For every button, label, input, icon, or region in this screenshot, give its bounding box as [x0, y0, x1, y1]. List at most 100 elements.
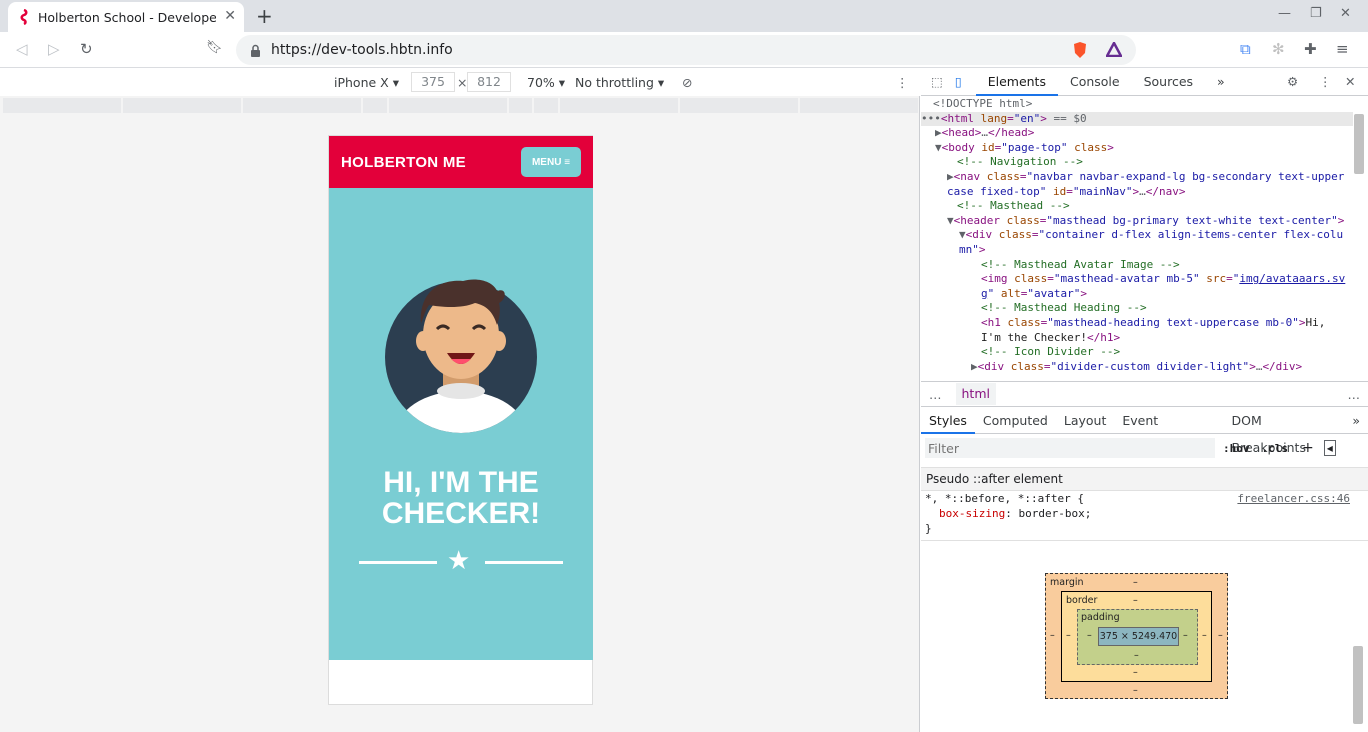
- styles-filter-input[interactable]: [925, 438, 1215, 458]
- dom-tree-line[interactable]: <!-- Navigation -->: [921, 155, 1353, 170]
- translate-icon[interactable]: ⧉: [1240, 40, 1251, 58]
- device-toolbar: iPhone X ▾ 375 × 812 70% ▾ No throttling…: [0, 68, 920, 96]
- restore-icon[interactable]: ❐: [1310, 6, 1322, 21]
- rule-close: }: [925, 522, 932, 535]
- box-border-label: border: [1066, 595, 1098, 606]
- browser-tabstrip: Holberton School - Developer ✕ + — ❐ ✕: [0, 0, 1368, 32]
- box-margin-label: margin: [1050, 577, 1084, 588]
- subtab-computed[interactable]: Computed: [975, 407, 1056, 434]
- dom-tree-line[interactable]: ▼<header class="masthead bg-primary text…: [921, 214, 1353, 229]
- more-tabs-icon[interactable]: »: [1205, 68, 1237, 96]
- tab-title: Holberton School - Developer: [38, 9, 216, 25]
- window-close-icon[interactable]: ✕: [1340, 6, 1351, 21]
- box-margin-top: –: [1133, 577, 1138, 588]
- dom-tree-line[interactable]: <!-- Icon Divider -->: [921, 345, 1353, 360]
- lock-icon: [251, 44, 260, 57]
- breadcrumb-more[interactable]: …: [929, 387, 942, 402]
- dom-tree-line[interactable]: ▼<body id="page-top" class>: [921, 141, 1353, 156]
- device-width-input[interactable]: 375: [411, 72, 455, 92]
- device-toggle-icon[interactable]: ▯: [955, 74, 962, 89]
- box-padding-left: –: [1087, 630, 1092, 641]
- dom-tree-line[interactable]: <!-- Masthead Heading -->: [921, 301, 1353, 316]
- new-rule-icon[interactable]: +: [1302, 440, 1314, 456]
- address-bar[interactable]: https://dev-tools.hbtn.info: [236, 35, 1136, 65]
- browser-tab[interactable]: Holberton School - Developer ✕: [8, 2, 244, 32]
- media-query-ruler[interactable]: [3, 98, 919, 113]
- browser-menu-icon[interactable]: ≡: [1336, 40, 1349, 58]
- rule-property[interactable]: box-sizing: [939, 507, 1005, 520]
- hov-toggle[interactable]: :hov: [1223, 442, 1250, 455]
- minimize-icon[interactable]: —: [1278, 6, 1291, 21]
- subtab-styles[interactable]: Styles: [921, 407, 975, 434]
- dom-tree-line[interactable]: ▼<div class="container d-flex align-item…: [921, 228, 1353, 243]
- puzzle-extensions-icon[interactable]: ✚: [1304, 40, 1317, 58]
- tab-console[interactable]: Console: [1058, 68, 1132, 96]
- reload-icon[interactable]: ↻: [80, 40, 93, 58]
- dom-tree-line[interactable]: ▶<nav class="navbar navbar-expand-lg bg-…: [921, 170, 1353, 185]
- subtab-dom-breakpoints[interactable]: DOM Breakpoints: [1224, 407, 1345, 455]
- throttling-select[interactable]: No throttling ▾: [575, 75, 664, 90]
- toggle-sidebar-icon[interactable]: ◂: [1323, 440, 1336, 456]
- dom-tree-line[interactable]: •••<html lang="en"> == $0: [921, 111, 1353, 127]
- box-margin-bottom: –: [1133, 685, 1138, 696]
- device-height-input[interactable]: 812: [467, 72, 511, 92]
- subtab-event-listeners[interactable]: Event Listeners: [1114, 407, 1223, 455]
- dimension-times: ×: [457, 74, 468, 90]
- devtools-close-icon[interactable]: ✕: [1345, 74, 1355, 89]
- rule-source-link[interactable]: freelancer.css:46: [1237, 491, 1350, 506]
- tab-sources[interactable]: Sources: [1132, 68, 1205, 96]
- forward-icon[interactable]: ▷: [48, 40, 60, 58]
- breadcrumb-overflow[interactable]: …: [1348, 387, 1361, 402]
- back-icon[interactable]: ◁: [16, 40, 28, 58]
- cls-toggle[interactable]: .cls: [1262, 442, 1289, 455]
- bookmark-icon[interactable]: 🔖︎: [206, 40, 223, 55]
- dom-tree-line[interactable]: <!DOCTYPE html>: [921, 97, 1353, 112]
- url-text: https://dev-tools.hbtn.info: [271, 42, 453, 58]
- emulated-page: HOLBERTON ME MENU ≡ HI, I'M THE CHECKER!…: [328, 135, 593, 705]
- subtabs-more-icon[interactable]: »: [1344, 407, 1368, 434]
- breadcrumb-html[interactable]: html: [955, 383, 996, 405]
- settings-gear-icon[interactable]: ⚙: [1287, 74, 1298, 89]
- rule-value[interactable]: border-box;: [1018, 507, 1091, 520]
- box-padding-label: padding: [1081, 612, 1120, 623]
- elements-scrollbar[interactable]: [1354, 100, 1364, 380]
- css-rule[interactable]: *, *::before, *::after {freelancer.css:4…: [921, 491, 1368, 541]
- tab-close-icon[interactable]: ✕: [224, 8, 236, 24]
- dom-tree-line[interactable]: <!-- Masthead Avatar Image -->: [921, 258, 1353, 273]
- subtab-layout[interactable]: Layout: [1056, 407, 1115, 434]
- page-masthead: HI, I'M THE CHECKER! ★: [329, 188, 593, 660]
- device-select[interactable]: iPhone X ▾: [334, 75, 399, 90]
- brave-shield-icon[interactable]: [1072, 41, 1088, 59]
- styles-scrollbar[interactable]: [1353, 646, 1363, 724]
- dom-tree-line[interactable]: case fixed-top" id="mainNav">…</nav>: [921, 185, 1353, 200]
- dom-tree-line[interactable]: ▶<div class="divider-custom divider-ligh…: [921, 360, 1353, 375]
- box-content[interactable]: 375 × 5249.470: [1098, 627, 1179, 646]
- dom-tree-line[interactable]: g" alt="avatar">: [921, 287, 1353, 302]
- device-more-icon[interactable]: ⋮: [896, 75, 909, 90]
- dom-tree-line[interactable]: <img class="masthead-avatar mb-5" src="i…: [921, 272, 1353, 287]
- extension-icon[interactable]: ✻: [1272, 40, 1285, 58]
- box-padding-bottom: –: [1134, 650, 1139, 661]
- new-tab-button[interactable]: +: [256, 4, 273, 28]
- star-icon: ★: [447, 546, 471, 576]
- dom-tree-line[interactable]: <h1 class="masthead-heading text-upperca…: [921, 316, 1353, 331]
- dom-tree-line[interactable]: mn">: [921, 243, 1353, 258]
- zoom-select[interactable]: 70% ▾: [527, 75, 565, 90]
- dom-tree-line[interactable]: <!-- Masthead -->: [921, 199, 1353, 214]
- rotate-icon[interactable]: ⊘: [682, 75, 692, 90]
- page-brand[interactable]: HOLBERTON ME: [341, 154, 466, 171]
- pseudo-element-header: Pseudo ::after element: [921, 467, 1368, 491]
- box-margin-right: –: [1218, 630, 1223, 641]
- box-model: margin – – – – border – – – – padding – …: [1045, 573, 1228, 699]
- browser-toolbar: ◁ ▷ ↻ 🔖︎ https://dev-tools.hbtn.info ⧉ ✻…: [0, 32, 1368, 68]
- elements-tree[interactable]: <!DOCTYPE html> •••<html lang="en"> == $0…: [921, 97, 1353, 381]
- inspect-element-icon[interactable]: ⬚: [931, 74, 943, 89]
- box-padding: padding – – – 375 × 5249.470: [1077, 609, 1198, 665]
- brave-rewards-icon[interactable]: [1106, 42, 1122, 57]
- dom-tree-line[interactable]: ▶<head>…</head>: [921, 126, 1353, 141]
- devtools-more-icon[interactable]: ⋮: [1319, 74, 1332, 89]
- tab-elements[interactable]: Elements: [975, 68, 1058, 96]
- box-border-bottom: –: [1133, 667, 1138, 678]
- dom-tree-line[interactable]: I'm the Checker!</h1>: [921, 331, 1353, 346]
- page-menu-button[interactable]: MENU ≡: [521, 147, 581, 177]
